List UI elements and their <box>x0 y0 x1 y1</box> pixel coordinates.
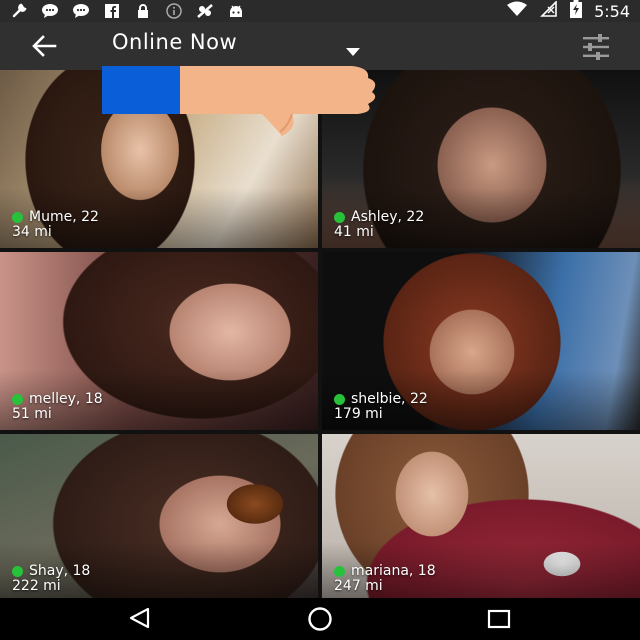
nav-home-button[interactable] <box>305 607 335 635</box>
facebook-icon <box>103 3 121 19</box>
lock-icon <box>134 3 152 19</box>
profile-name-age: Ashley, 22 <box>351 209 425 225</box>
online-indicator <box>12 212 23 223</box>
sliders-icon <box>583 34 609 60</box>
profile-distance: 179 mi <box>334 406 383 422</box>
back-button[interactable] <box>30 32 60 60</box>
nav-back-button[interactable] <box>128 607 152 633</box>
app-bar: Online Now <box>0 22 640 70</box>
no-signal-icon <box>540 0 558 21</box>
nav-recents-button[interactable] <box>487 609 511 633</box>
arrow-left-icon <box>32 35 57 57</box>
battery-charging-icon <box>570 0 583 22</box>
profile-grid: Mume, 22 34 mi Ashley, 22 41 mi melley, … <box>0 70 640 602</box>
caret-down-icon <box>346 48 360 56</box>
info-icon <box>165 3 183 19</box>
chat-bubble-icon <box>41 3 59 19</box>
view-dropdown[interactable] <box>346 41 360 60</box>
wrench-icon <box>10 3 28 19</box>
profile-name-age: melley, 18 <box>29 391 103 407</box>
online-indicator <box>334 394 345 405</box>
thumbs-down-icon <box>102 64 378 138</box>
profile-name-age: Mume, 22 <box>29 209 99 225</box>
clock: 5:54 <box>594 1 630 21</box>
status-right: 5:54 <box>506 0 630 22</box>
profile-name-age: shelbie, 22 <box>351 391 428 407</box>
notification-icons <box>0 3 245 19</box>
chat-bubble-icon <box>72 3 90 19</box>
nav-home-icon <box>308 607 332 631</box>
profile-distance: 41 mi <box>334 224 374 240</box>
profile-distance: 247 mi <box>334 578 383 594</box>
filter-button[interactable] <box>580 34 612 60</box>
wifi-icon <box>506 1 528 21</box>
online-indicator <box>12 566 23 577</box>
online-indicator <box>12 394 23 405</box>
vpn-icon <box>196 3 214 19</box>
profile-caption: melley, 18 51 mi <box>12 392 103 422</box>
profile-card[interactable]: Shay, 18 222 mi <box>0 434 318 602</box>
online-indicator <box>334 566 345 577</box>
profile-card[interactable]: mariana, 18 247 mi <box>322 434 640 602</box>
profile-name-age: mariana, 18 <box>351 563 436 579</box>
navigation-bar <box>0 598 640 640</box>
nav-back-icon <box>129 607 150 629</box>
profile-card[interactable]: melley, 18 51 mi <box>0 252 318 430</box>
profile-name-age: Shay, 18 <box>29 563 91 579</box>
profile-caption: Ashley, 22 41 mi <box>334 210 424 240</box>
profile-distance: 34 mi <box>12 224 52 240</box>
view-selector[interactable]: Online Now <box>112 30 237 54</box>
profile-caption: mariana, 18 247 mi <box>334 564 436 594</box>
profile-card[interactable]: shelbie, 22 179 mi <box>322 252 640 430</box>
status-bar: 5:54 <box>0 0 640 22</box>
profile-distance: 222 mi <box>12 578 61 594</box>
profile-caption: Shay, 18 222 mi <box>12 564 90 594</box>
profile-caption: shelbie, 22 179 mi <box>334 392 428 422</box>
profile-distance: 51 mi <box>12 406 52 422</box>
profile-caption: Mume, 22 34 mi <box>12 210 99 240</box>
android-icon <box>227 3 245 19</box>
online-indicator <box>334 212 345 223</box>
page-title: Online Now <box>112 30 238 54</box>
nav-recents-icon <box>487 609 511 629</box>
